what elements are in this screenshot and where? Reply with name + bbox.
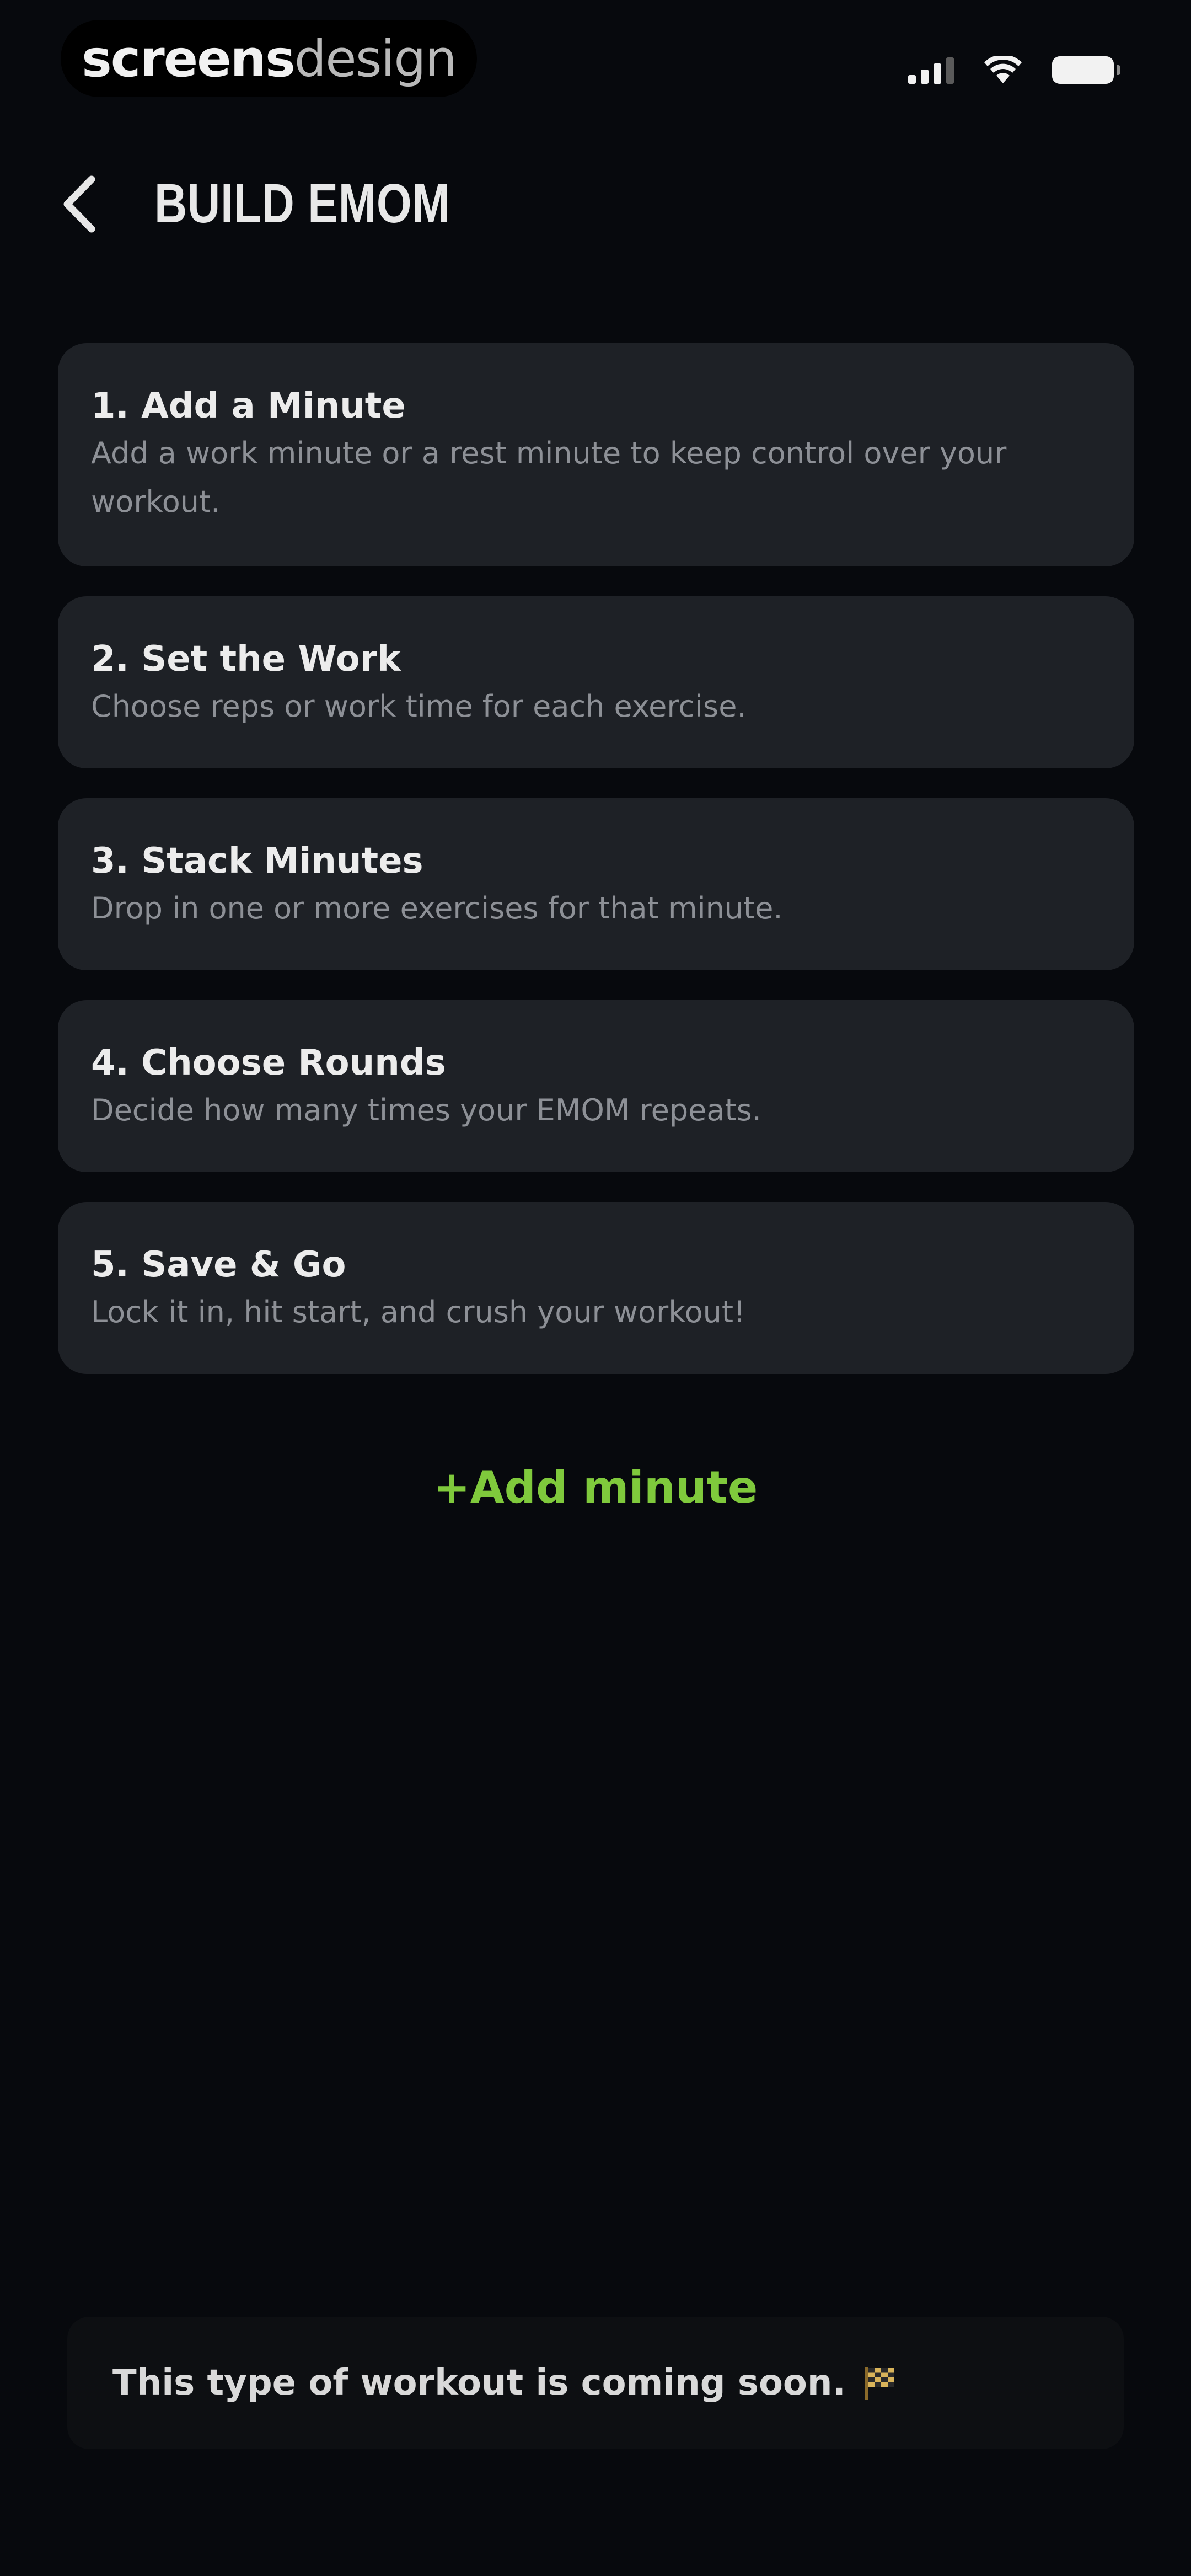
add-minute-button[interactable]: +Add minute xyxy=(0,1462,1191,1513)
step-title: 3. Stack Minutes xyxy=(91,841,423,881)
checkered-flag-icon xyxy=(864,2367,894,2400)
step-title: 1. Add a Minute xyxy=(91,386,406,426)
step-card-set-work: 2. Set the Work Choose reps or work time… xyxy=(58,596,1134,768)
coming-soon-toast: This type of workout is coming soon. xyxy=(67,2317,1124,2449)
step-description: Add a work minute or a rest minute to ke… xyxy=(91,436,1007,519)
wifi-icon xyxy=(984,56,1022,83)
step-card-choose-rounds: 4. Choose Rounds Decide how many times y… xyxy=(58,1000,1134,1172)
back-button[interactable] xyxy=(50,168,108,240)
signal-icon xyxy=(908,56,954,84)
chevron-left-icon xyxy=(63,175,95,233)
step-title: 4. Choose Rounds xyxy=(91,1043,446,1083)
step-description: Choose reps or work time for each exerci… xyxy=(91,689,747,724)
step-title: 2. Set the Work xyxy=(91,639,401,680)
step-description: Decide how many times your EMOM repeats. xyxy=(91,1093,761,1127)
brand-primary: screens xyxy=(82,29,296,88)
step-description: Drop in one or more exercises for that m… xyxy=(91,891,783,926)
step-description: Lock it in, hit start, and crush your wo… xyxy=(91,1295,745,1329)
brand-logo: screens design xyxy=(61,20,477,97)
brand-secondary: design xyxy=(294,29,457,88)
page-title: BUILD EMOM xyxy=(154,173,450,234)
header: BUILD EMOM xyxy=(0,160,1191,259)
step-card-save-go: 5. Save & Go Lock it in, hit start, and … xyxy=(58,1202,1134,1374)
steps-list: 1. Add a Minute Add a work minute or a r… xyxy=(58,343,1134,1404)
step-title: 5. Save & Go xyxy=(91,1244,346,1285)
step-card-stack-minutes: 3. Stack Minutes Drop in one or more exe… xyxy=(58,798,1134,970)
status-bar: screens design xyxy=(0,0,1191,116)
battery-icon xyxy=(1052,56,1120,84)
toast-message: This type of workout is coming soon. xyxy=(112,2363,846,2403)
status-icons xyxy=(908,51,1120,89)
step-card-add-minute: 1. Add a Minute Add a work minute or a r… xyxy=(58,343,1134,566)
